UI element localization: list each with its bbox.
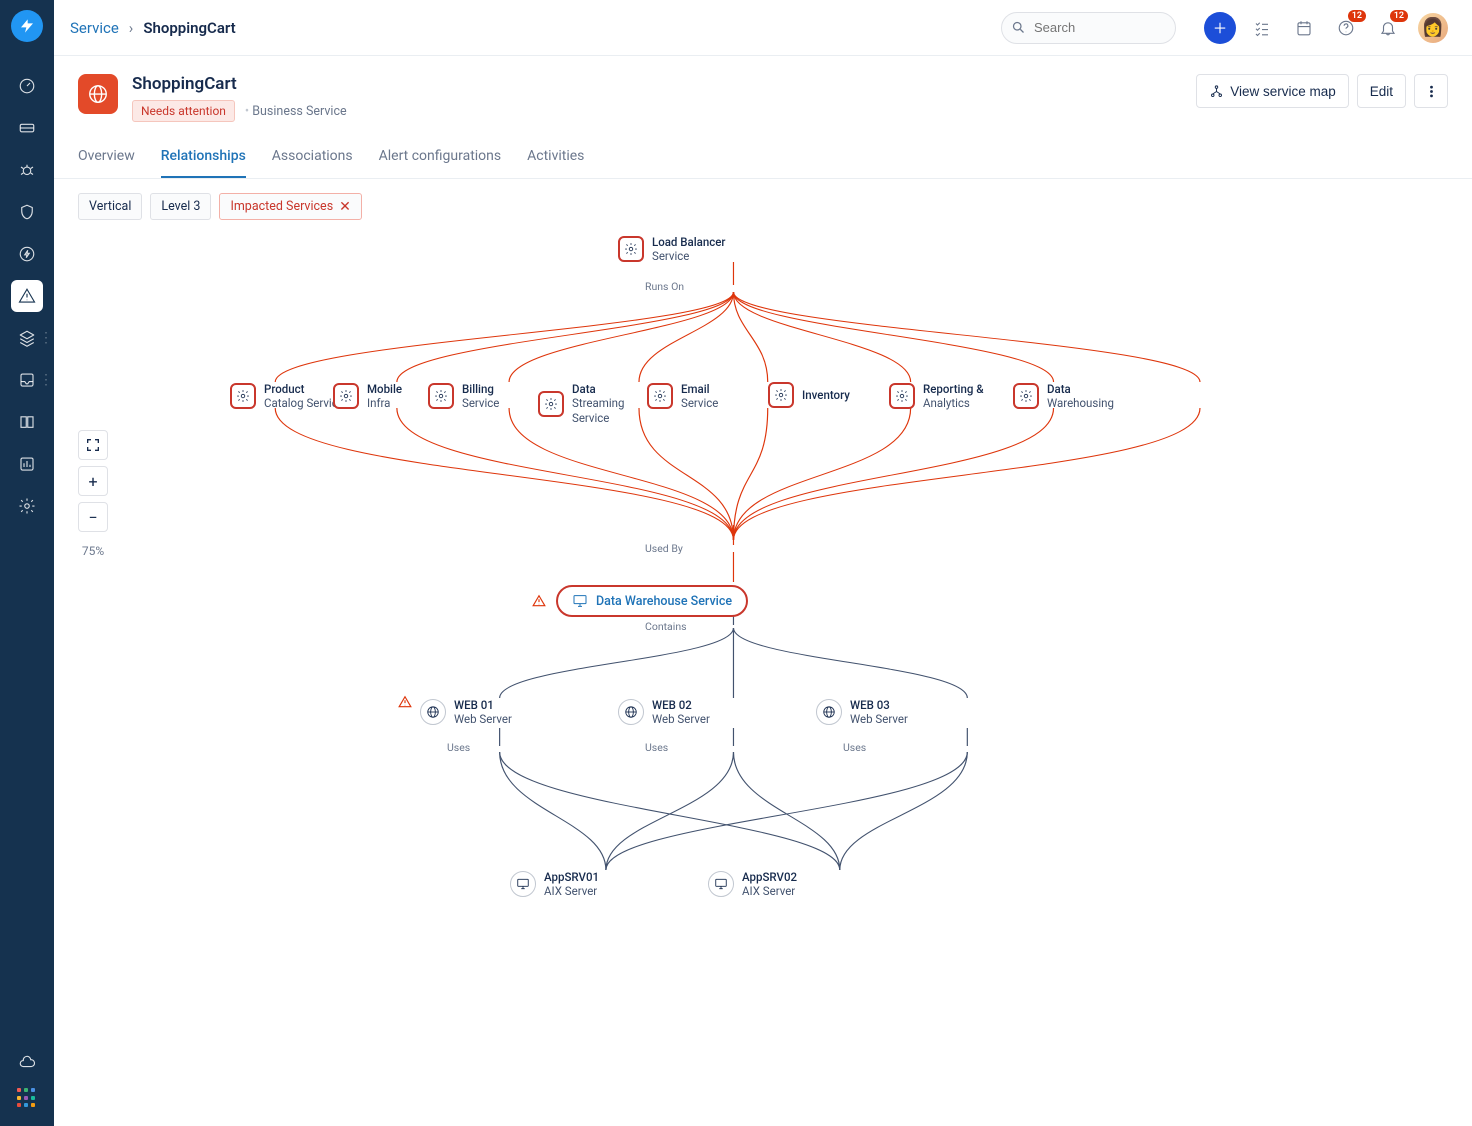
monitor-icon [572,593,588,609]
bell-icon[interactable]: 12 [1372,12,1404,44]
node-web01[interactable]: WEB 01Web Server [420,698,512,727]
filter-level[interactable]: Level 3 [150,193,211,220]
nav-alerts-icon[interactable] [11,280,43,312]
alert-icon [532,593,546,607]
tabs: Overview Relationships Associations Aler… [54,136,1472,179]
edge-label-uses-1: Uses [445,741,472,754]
nav-settings-icon[interactable] [11,490,43,522]
edge-label-contains: Contains [643,620,689,633]
nav-reports-icon[interactable] [11,448,43,480]
zoom-out-button[interactable]: − [78,502,108,532]
breadcrumb-parent[interactable]: Service [70,19,119,37]
chevron-right-icon: › [129,19,134,37]
calendar-icon[interactable] [1288,12,1320,44]
node-load-balancer[interactable]: Load BalancerService [618,235,726,264]
nav-bolt-icon[interactable] [11,238,43,270]
edge-label-uses-2: Uses [643,741,670,754]
node-data-warehousing[interactable]: DataWarehousing [1013,382,1114,411]
node-data-warehouse-service[interactable]: Data Warehouse Service [556,585,748,617]
search-input[interactable] [1001,12,1176,44]
edge-label-uses-3: Uses [841,741,868,754]
breadcrumb: Service › ShoppingCart [70,19,236,37]
apps-grid-icon[interactable] [17,1088,37,1108]
tasks-icon[interactable] [1246,12,1278,44]
breadcrumb-current: ShoppingCart [143,19,235,37]
node-inventory[interactable]: Inventory [768,382,850,408]
tab-relationships[interactable]: Relationships [161,136,246,178]
canvas: + − 75% [54,230,1472,980]
node-mobile-infra[interactable]: MobileInfra [333,382,402,411]
filters: Vertical Level 3 Impacted Services ✕ [54,179,1472,230]
page-header: ShoppingCart Needs attention Business Se… [54,56,1472,122]
more-vertical-icon [1424,84,1439,99]
view-map-button[interactable]: View service map [1196,74,1349,108]
nav-bugs-icon[interactable] [11,154,43,186]
edit-button[interactable]: Edit [1357,74,1406,108]
nav-dashboard-icon[interactable] [11,70,43,102]
sidebar: ⋮ ⋮ [0,0,54,1126]
tab-alert-configurations[interactable]: Alert configurations [379,136,502,178]
node-reporting[interactable]: Reporting &Analytics [889,382,984,411]
node-email[interactable]: EmailService [647,382,718,411]
help-badge: 12 [1348,10,1366,22]
node-appsrv01[interactable]: AppSRV01AIX Server [510,870,599,899]
zoom-level: 75% [82,544,104,558]
zoom-in-button[interactable]: + [78,466,108,496]
search-box [1001,12,1176,44]
node-billing[interactable]: BillingService [428,382,499,411]
add-button[interactable] [1204,12,1236,44]
filter-orientation[interactable]: Vertical [78,193,142,220]
zoom-controls: + − 75% [78,430,108,558]
alert-icon [398,694,412,708]
nav-layers-icon[interactable]: ⋮ [11,322,43,354]
fullscreen-button[interactable] [78,430,108,460]
topbar: Service › ShoppingCart 12 12 👩 [54,0,1472,56]
tab-overview[interactable]: Overview [78,136,135,178]
edge-label-runs: Runs On [643,280,686,293]
graph[interactable]: Load BalancerService Runs On ProductCata… [78,230,1448,950]
tab-activities[interactable]: Activities [527,136,584,178]
node-web02[interactable]: WEB 02Web Server [618,698,710,727]
nav-cloud-icon[interactable] [11,1046,43,1078]
avatar[interactable]: 👩 [1418,13,1448,43]
service-type: Business Service [245,104,347,119]
nav-tickets-icon[interactable] [11,112,43,144]
search-icon [1011,20,1026,35]
filter-impacted[interactable]: Impacted Services ✕ [219,193,361,220]
help-icon[interactable]: 12 [1330,12,1362,44]
node-appsrv02[interactable]: AppSRV02AIX Server [708,870,797,899]
graph-edges [78,230,1448,950]
edge-label-used: Used By [643,542,685,555]
nav-docs-icon[interactable] [11,406,43,438]
map-icon [1209,84,1224,99]
nav-shield-icon[interactable] [11,196,43,228]
node-web03[interactable]: WEB 03Web Server [816,698,908,727]
node-data-streaming[interactable]: DataStreaming Service [538,382,652,425]
bell-badge: 12 [1390,10,1408,22]
service-icon [78,74,118,114]
more-actions-button[interactable] [1414,74,1448,108]
app-logo[interactable] [11,10,43,42]
nav-inbox-icon[interactable]: ⋮ [11,364,43,396]
tab-associations[interactable]: Associations [272,136,353,178]
page-title: ShoppingCart [132,74,347,94]
node-product-catalog[interactable]: ProductCatalog Service [230,382,344,411]
status-badge: Needs attention [132,100,235,122]
close-icon[interactable]: ✕ [339,200,351,214]
